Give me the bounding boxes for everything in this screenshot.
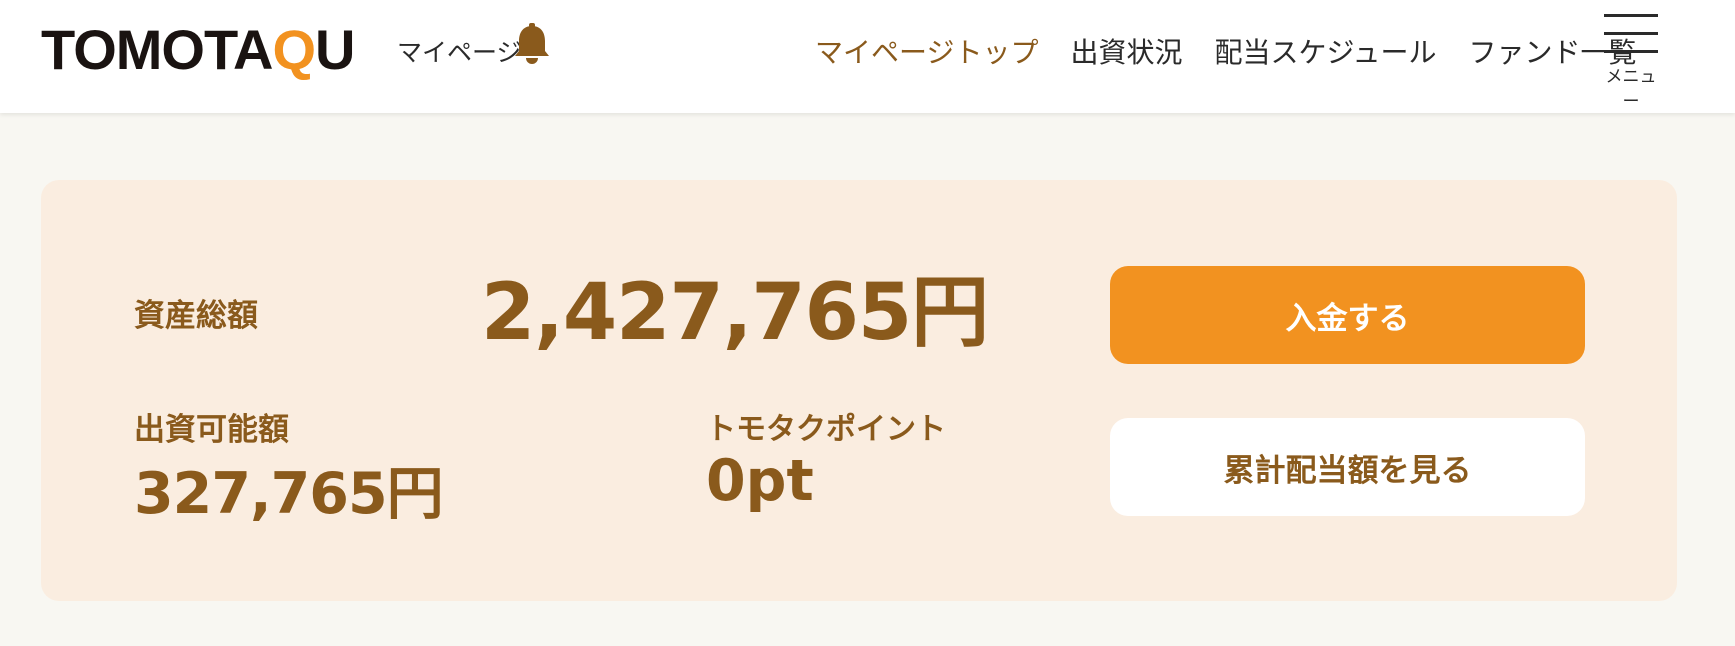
total-assets-value: 2,427,765円 [481,268,989,358]
nav-item-dividend-schedule[interactable]: 配当スケジュール [1214,31,1436,71]
bell-icon[interactable] [512,22,552,66]
points-label: トモタクポイント [706,412,946,447]
main-nav: マイページトップ 出資状況 配当スケジュール ファンド一覧 [815,31,1669,71]
hamburger-menu-icon [1600,14,1662,53]
site-header: TOMOTAQU マイページ マイページトップ 出資状況 配当スケジュール ファ… [0,0,1735,113]
deposit-button[interactable]: 入金する [1110,266,1585,364]
available-amount-value: 327,765円 [134,461,444,527]
logo-text-q: Q [272,18,316,81]
menu-button[interactable]: メニュー [1600,14,1662,112]
nav-item-mypage-top[interactable]: マイページトップ [815,31,1038,71]
available-amount-label: 出資可能額 [134,412,289,448]
asset-summary-card: 資産総額 2,427,765円 出資可能額 327,765円 トモタクポイント … [41,180,1677,601]
total-assets-label: 資産総額 [134,298,258,334]
mypage-label: マイページ [397,38,522,67]
menu-label: メニュー [1605,67,1657,112]
tomotaqu-logo[interactable]: TOMOTAQU [41,22,355,78]
points-value: 0pt [706,448,814,514]
view-cumulative-dividends-button[interactable]: 累計配当額を見る [1110,418,1585,516]
logo-text-part1: TOMOTA [41,18,273,81]
logo-text-part3: U [315,18,355,81]
nav-item-investment-status[interactable]: 出資状況 [1070,31,1182,71]
